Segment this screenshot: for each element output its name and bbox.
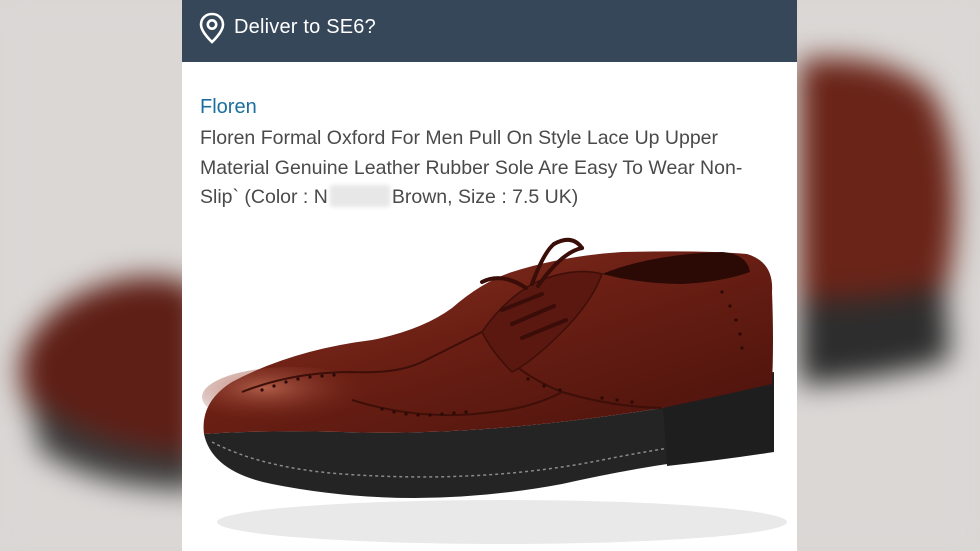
- redacted-text: [329, 185, 390, 207]
- product-title-part-2: Brown, Size : 7.5 UK): [391, 186, 579, 208]
- deliver-to-bar[interactable]: Deliver to SE6?: [182, 0, 797, 62]
- deliver-to-label[interactable]: Deliver to SE6?: [234, 16, 376, 39]
- product-image-shoe[interactable]: [182, 222, 797, 551]
- location-pin-icon: [199, 12, 225, 44]
- product-title[interactable]: Floren Formal Oxford For Men Pull On Sty…: [200, 124, 780, 213]
- brand-link[interactable]: Floren: [200, 96, 257, 119]
- product-card: Deliver to SE6? Floren Floren Formal Oxf…: [182, 0, 797, 551]
